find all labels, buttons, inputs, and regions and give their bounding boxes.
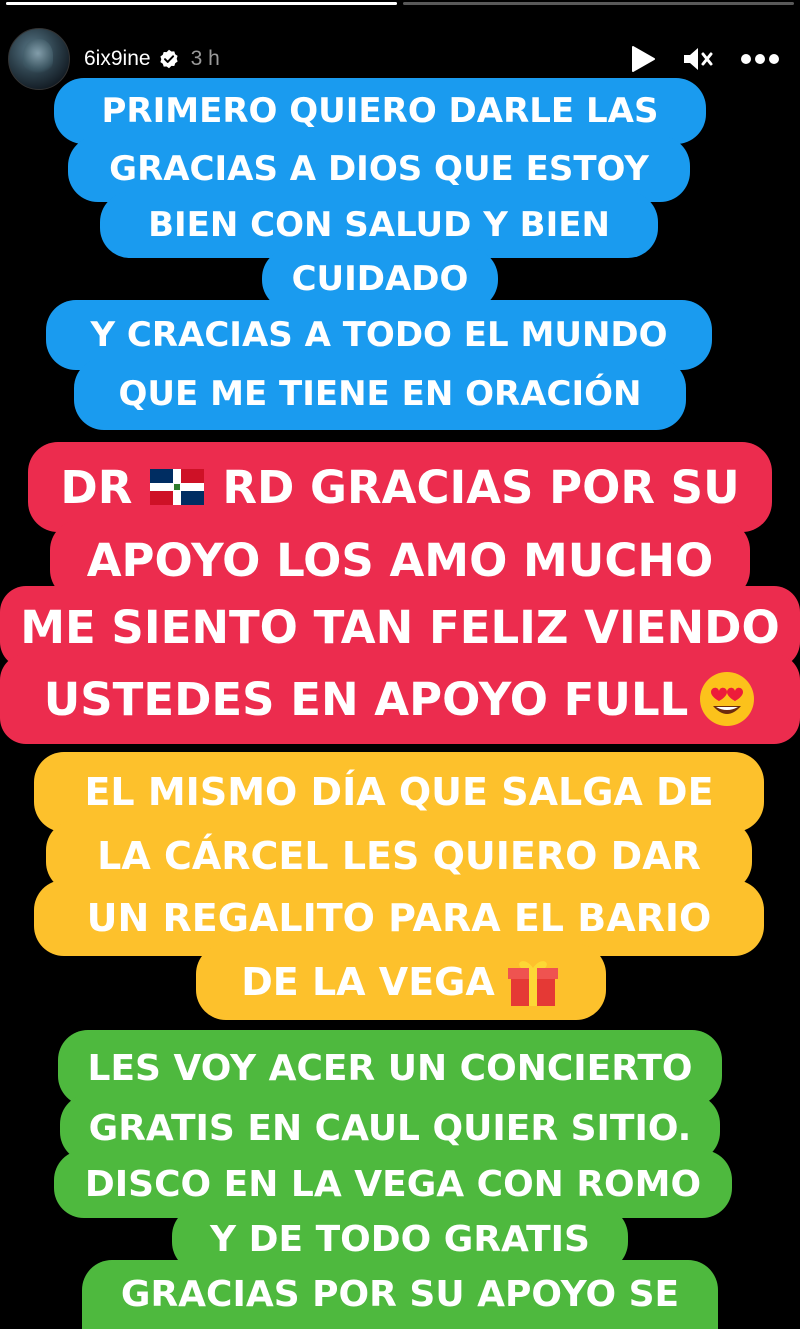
caption-text: GRATIS EN CAUL QUIER SITIO. (88, 1107, 692, 1149)
muted-speaker-icon (684, 48, 713, 70)
caption-text: Y CRACIAS A TODO EL MUNDO (90, 315, 668, 355)
progress-segment-2 (403, 2, 794, 5)
caption-text: GRACIAS POR SU APOYO SE (120, 1274, 680, 1315)
play-button[interactable] (630, 45, 656, 73)
play-icon (632, 46, 655, 72)
post-time: 3 h (190, 47, 220, 70)
caption-line: DE LA VEGA (196, 944, 606, 1020)
caption-text: DE LA VEGA (241, 960, 495, 1004)
verified-badge-icon (159, 49, 178, 69)
caption-text: PRIMERO QUIERO DARLE LAS (101, 91, 659, 131)
gift-emoji-icon (507, 961, 558, 1006)
story-progress-bar (6, 2, 794, 5)
caption-text: CUIDADO (291, 259, 469, 299)
progress-fill-1 (6, 2, 397, 5)
avatar[interactable] (8, 28, 70, 90)
caption-text: LA CÁRCEL LES QUIERO DAR (97, 834, 701, 878)
caption-text: Y DE TODO GRATIS (209, 1218, 590, 1260)
caption-text: USTEDES EN APOYO FULL (43, 672, 689, 726)
caption-text: ME SIENTO TAN FELIZ VIENDO (20, 600, 780, 654)
caption-text: EL MISMO DÍA QUE SALGA DE (84, 770, 714, 814)
username[interactable]: 6ix9ine (84, 47, 151, 71)
caption-text: UN REGALITO PARA EL BARIO (86, 896, 712, 940)
caption-line: GRACIAS POR SU APOYO SE (82, 1260, 718, 1329)
caption-text: LES VOY ACER UN CONCIERTO (87, 1047, 693, 1089)
caption-text: GRACIAS A DIOS QUE ESTOY (109, 149, 649, 189)
caption-text: RD GRACIAS POR SU (222, 460, 740, 514)
caption-text: DR (60, 460, 133, 514)
caption-line: DR RD GRACIAS POR SU (28, 442, 772, 532)
story-header: 6ix9ine 3 h (8, 28, 780, 90)
caption-line: QUE ME TIENE EN ORACIÓN (74, 358, 686, 430)
caption-text: QUE ME TIENE EN ORACIÓN (118, 374, 642, 414)
caption-line: USTEDES EN APOYO FULL (0, 654, 800, 744)
caption-text: DISCO EN LA VEGA CON ROMO (84, 1163, 702, 1205)
heart-eyes-emoji-icon (700, 672, 755, 726)
caption-text: BIEN CON SALUD Y BIEN (148, 205, 610, 245)
progress-segment-1 (6, 2, 397, 5)
story-content: PRIMERO QUIERO DARLE LAS GRACIAS A DIOS … (0, 0, 800, 1329)
mute-button[interactable] (682, 45, 714, 73)
more-options-button[interactable] (740, 53, 780, 65)
dominican-flag-icon (150, 469, 205, 505)
more-horizontal-icon (741, 54, 779, 64)
caption-text: APOYO LOS AMO MUCHO (86, 533, 714, 587)
